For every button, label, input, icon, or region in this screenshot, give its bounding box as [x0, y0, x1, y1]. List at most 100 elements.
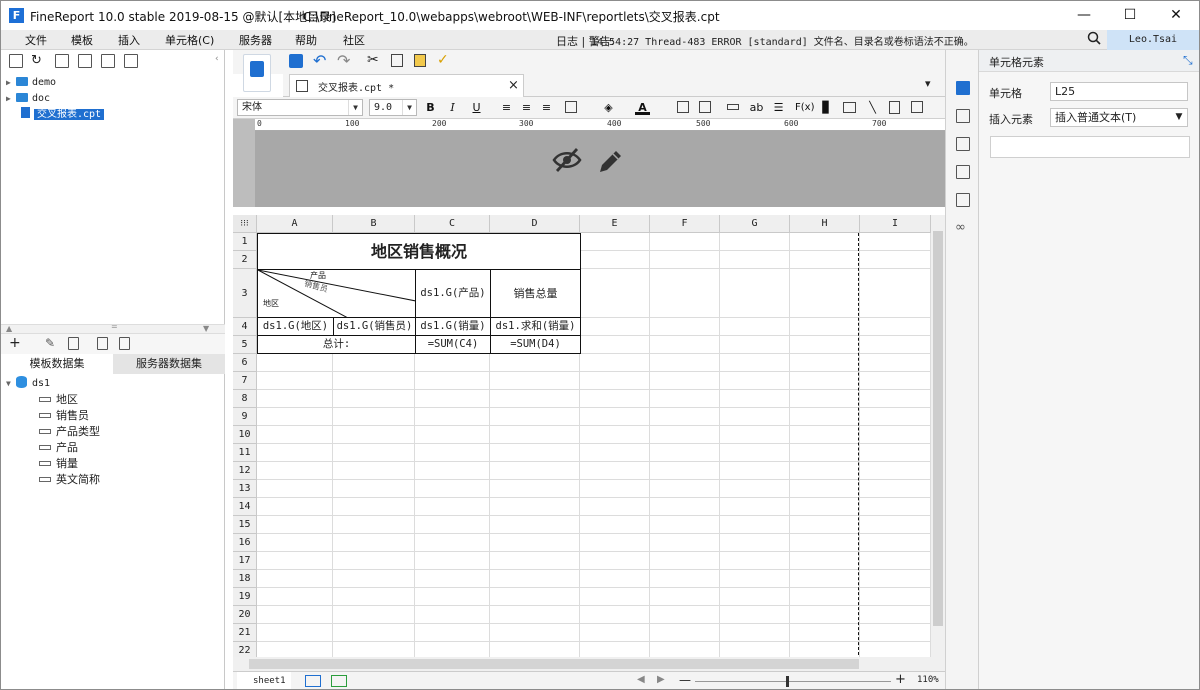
menu-community[interactable]: 社区 [343, 32, 365, 48]
grid-cell[interactable] [650, 624, 720, 642]
preview-button[interactable] [243, 54, 271, 92]
grid-cell[interactable] [333, 390, 415, 408]
grid-cell[interactable] [580, 318, 650, 336]
field-item[interactable]: 销量 [39, 456, 78, 472]
column-header[interactable]: A [257, 215, 333, 233]
grid-cell[interactable] [490, 390, 580, 408]
bold-button[interactable]: B [423, 100, 438, 115]
grid-cell[interactable] [790, 516, 860, 534]
search-icon[interactable] [1087, 31, 1101, 49]
grid-cell[interactable] [720, 269, 790, 318]
eye-slash-icon[interactable] [551, 146, 583, 174]
menu-file[interactable]: 文件 [25, 32, 47, 48]
grid-cell[interactable] [490, 426, 580, 444]
row-header[interactable]: 19 [233, 588, 257, 606]
grid-cell[interactable] [415, 516, 490, 534]
grid-cell[interactable] [333, 570, 415, 588]
sheet-prev-icon[interactable]: ◀ [637, 674, 645, 685]
preview-dataset-icon[interactable] [97, 337, 108, 350]
edit-dataset-icon[interactable]: ✎ [45, 336, 55, 350]
cell-element-panel-icon[interactable] [956, 81, 970, 95]
maximize-button[interactable]: ☐ [1107, 1, 1153, 30]
grid-cell[interactable] [580, 570, 650, 588]
redo-icon[interactable]: ↷ [337, 51, 350, 70]
grid-cell[interactable] [790, 251, 860, 269]
menu-insert[interactable]: 插入 [118, 32, 140, 48]
format-painter-icon[interactable]: ✓ [437, 52, 449, 68]
grid-cell[interactable] [580, 233, 650, 251]
field-item[interactable]: 销售员 [39, 408, 89, 424]
grid-cell[interactable] [257, 444, 333, 462]
grid-cell[interactable] [580, 390, 650, 408]
hyperlink-icon[interactable]: ∞ [955, 220, 966, 235]
slash-icon[interactable]: ╲ [865, 100, 880, 115]
grid-cell[interactable] [720, 588, 790, 606]
cell-element-icon[interactable] [911, 101, 923, 113]
close-tab-icon[interactable]: × [508, 78, 519, 93]
grid-cell[interactable] [415, 354, 490, 372]
select-all-corner[interactable]: ⁝⁝⁝ [233, 215, 257, 233]
tab-template-dataset[interactable]: 模板数据集 [1, 354, 113, 374]
grid-cell[interactable] [650, 534, 720, 552]
align-right-icon[interactable]: ≡ [539, 100, 554, 115]
grid-cell[interactable] [333, 444, 415, 462]
cell-attribute-icon[interactable] [956, 109, 970, 123]
close-button[interactable]: ✕ [1153, 1, 1199, 30]
field-item[interactable]: 产品类型 [39, 424, 100, 440]
sub-report-icon[interactable] [889, 101, 900, 114]
grid-cell[interactable] [650, 516, 720, 534]
float-element-icon[interactable] [956, 137, 970, 151]
grid-cell[interactable] [720, 552, 790, 570]
align-left-icon[interactable]: ≡ [499, 100, 514, 115]
grid-cell[interactable] [720, 408, 790, 426]
grid-cell[interactable] [860, 606, 931, 624]
cell-d4[interactable]: ds1.求和(销量) [490, 317, 581, 336]
grid-cell[interactable] [415, 462, 490, 480]
sheet-next-icon[interactable]: ▶ [657, 674, 665, 685]
row-header[interactable]: 14 [233, 498, 257, 516]
grid-cell[interactable] [720, 606, 790, 624]
grid-cell[interactable] [860, 372, 931, 390]
grid-cell[interactable] [720, 390, 790, 408]
grid-cell[interactable] [580, 480, 650, 498]
fill-color-icon[interactable]: ◈ [601, 100, 616, 115]
condition-attribute-icon[interactable] [956, 193, 970, 207]
grid-cell[interactable] [790, 606, 860, 624]
row-header[interactable]: 20 [233, 606, 257, 624]
row-header[interactable]: 2 [233, 251, 257, 269]
grid-cell[interactable] [333, 588, 415, 606]
grid-cell[interactable] [720, 534, 790, 552]
column-header[interactable]: I [860, 215, 931, 233]
grid-cell[interactable] [650, 588, 720, 606]
cell-b4[interactable]: ds1.G(销售员) [333, 317, 416, 336]
grid-cell[interactable] [720, 426, 790, 444]
cell-c4[interactable]: ds1.G(销量) [415, 317, 491, 336]
grid-cell[interactable] [333, 408, 415, 426]
grid-cell[interactable] [790, 269, 860, 318]
report-title-cell[interactable]: 地区销售概况 [257, 233, 581, 270]
grid-cell[interactable] [333, 354, 415, 372]
grid-cell[interactable] [257, 588, 333, 606]
save-icon[interactable] [289, 54, 303, 68]
tab-crosstab-file[interactable]: 交叉报表.cpt * × [289, 74, 524, 97]
grid-cell[interactable] [650, 480, 720, 498]
grid-cell[interactable] [415, 552, 490, 570]
grid-cell[interactable] [333, 516, 415, 534]
grid-cell[interactable] [415, 570, 490, 588]
grid-cell[interactable] [333, 552, 415, 570]
collapse-left-icon[interactable]: ‹ [215, 54, 219, 64]
column-header[interactable]: E [580, 215, 650, 233]
insert-element-select[interactable]: 插入普通文本(T) ▼ [1050, 108, 1188, 127]
rich-text-icon[interactable]: ☰ [771, 100, 786, 115]
font-size-select[interactable]: 9.0 ▼ [369, 99, 417, 116]
grid-cell[interactable] [257, 570, 333, 588]
cell-a4[interactable]: ds1.G(地区) [257, 317, 334, 336]
tree-item-crosstab-file[interactable]: 交叉报表.cpt [21, 107, 105, 123]
grid-cell[interactable] [790, 426, 860, 444]
field-item[interactable]: 产品 [39, 440, 78, 456]
grid-cell[interactable] [650, 570, 720, 588]
grid-cell[interactable] [257, 516, 333, 534]
grid-cell[interactable] [490, 480, 580, 498]
underline-button[interactable]: U [469, 100, 484, 115]
grid-cell[interactable] [415, 480, 490, 498]
